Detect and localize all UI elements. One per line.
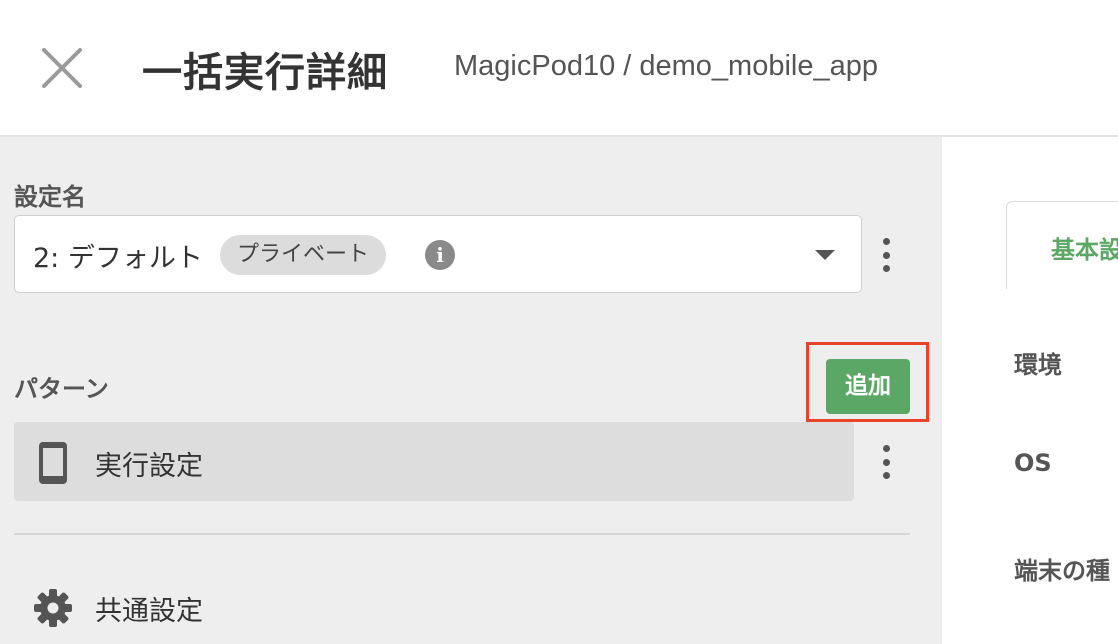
kebab-dot [882,265,890,272]
breadcrumb: MagicPod10 / demo_mobile_app [454,50,878,82]
close-icon[interactable] [38,44,86,92]
chevron-down-icon [815,250,835,260]
setting-more-button[interactable] [874,235,898,275]
right-panel: 基本設 環境 OS 端末の種 [942,137,1118,644]
mobile-phone-icon [38,441,68,489]
info-icon[interactable]: i [425,240,455,270]
pattern-item[interactable]: 実行設定 [14,422,854,501]
add-pattern-button[interactable]: 追加 [826,359,910,414]
setting-name-label: 設定名 [14,183,86,211]
kebab-dot [882,472,890,479]
kebab-dot [882,458,890,466]
page-title: 一括実行詳細 [142,50,388,96]
common-settings-label: 共通設定 [95,596,203,627]
environment-label: 環境 [1014,351,1062,379]
gear-icon [32,587,74,633]
tab-basic-settings-label: 基本設 [1051,236,1118,264]
pattern-section-label: パターン [14,375,109,403]
kebab-dot [882,445,890,452]
section-divider [14,533,910,535]
os-label: OS [1014,449,1052,477]
tab-basic-settings[interactable]: 基本設 [1006,201,1118,289]
setting-select-value: 2: デフォルト [33,243,203,274]
common-settings-item[interactable]: 共通設定 [14,577,910,637]
page-header: 一括実行詳細 MagicPod10 / demo_mobile_app [0,0,1118,137]
setting-select[interactable]: 2: デフォルト プライベート i [14,215,862,293]
kebab-dot [882,238,890,245]
kebab-dot [882,251,890,259]
pattern-item-label: 実行設定 [95,451,203,482]
left-panel: 設定名 2: デフォルト プライベート i パターン 追加 実行設定 共通設定 [0,137,942,644]
private-badge: プライベート [220,235,387,275]
device-type-label: 端末の種 [1014,557,1110,585]
close-button[interactable] [38,44,86,92]
pattern-more-button[interactable] [874,442,898,482]
